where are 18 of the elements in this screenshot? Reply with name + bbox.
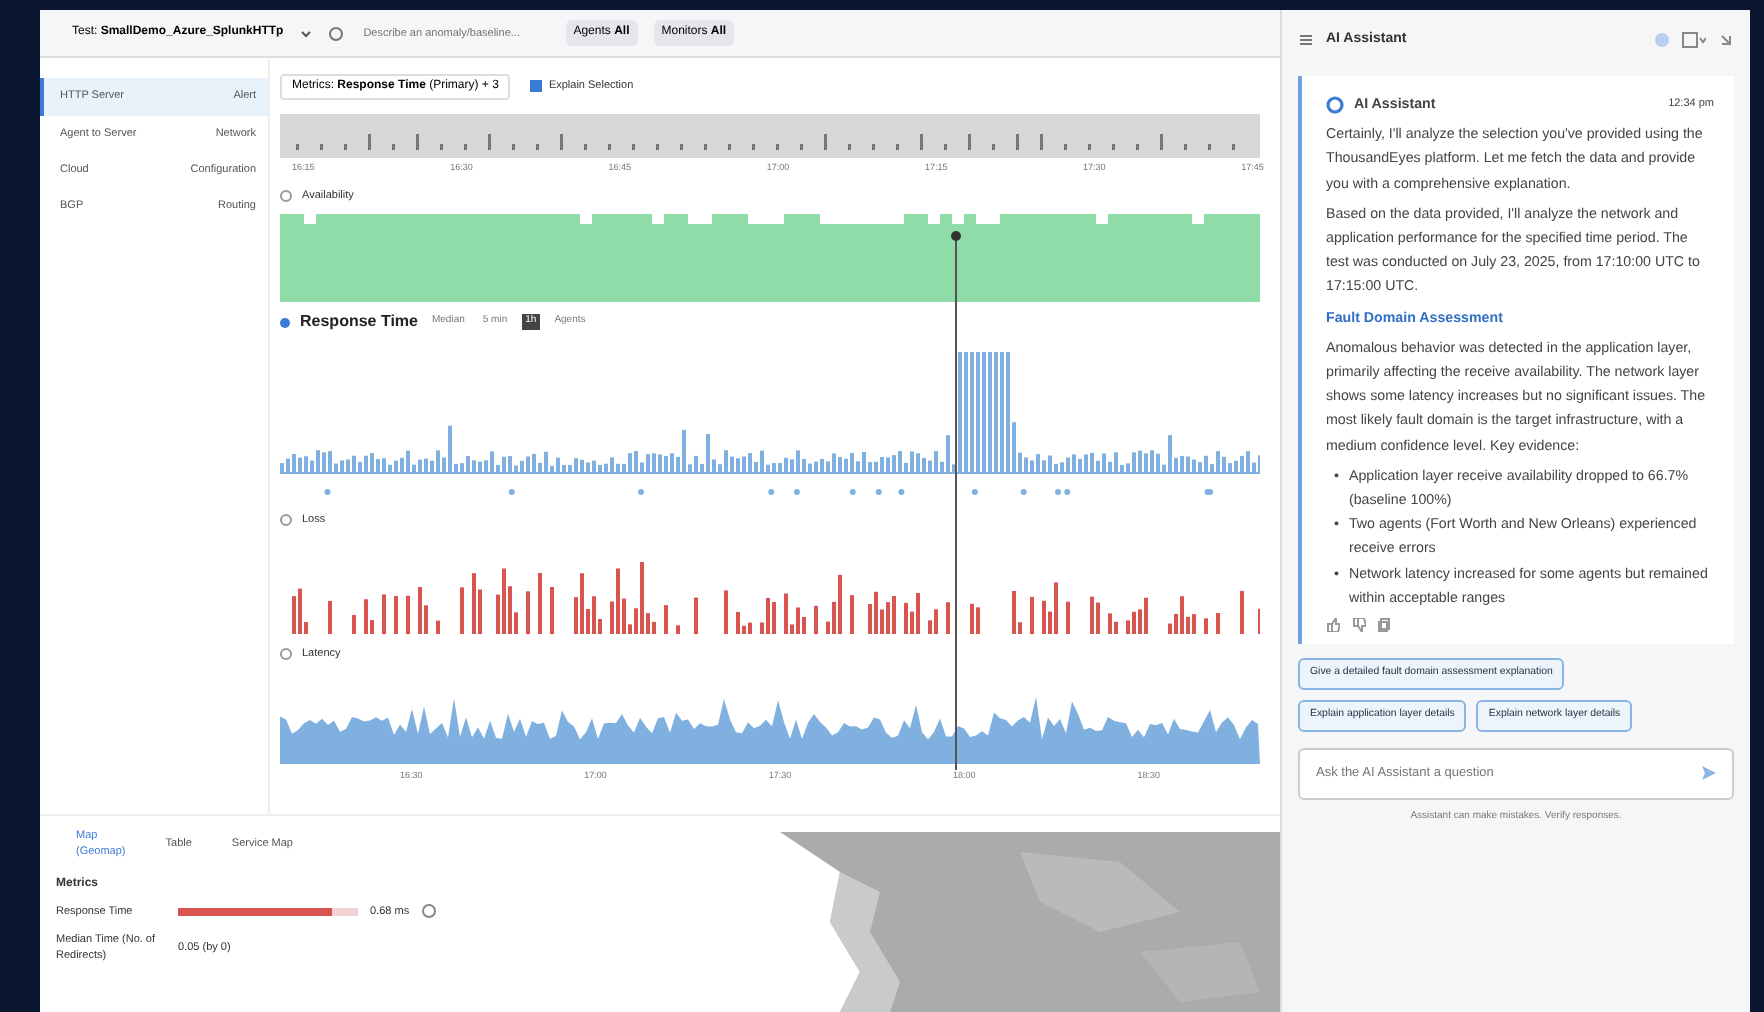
- primary-dot[interactable]: [280, 317, 290, 328]
- info-icon[interactable]: [421, 904, 436, 919]
- radio-button[interactable]: [280, 648, 292, 661]
- checkbox[interactable]: [530, 80, 543, 93]
- timeline-scrubber[interactable]: [280, 114, 1260, 159]
- collapse-icon[interactable]: [1718, 32, 1734, 48]
- assistant-avatar-icon: [1326, 95, 1344, 114]
- send-icon[interactable]: [1700, 764, 1718, 783]
- thumbs-up-icon[interactable]: [1326, 618, 1340, 633]
- caret-icon[interactable]: [299, 27, 312, 40]
- thumbs-down-icon[interactable]: [1352, 618, 1366, 633]
- grid-icon[interactable]: [1682, 32, 1706, 48]
- cursor-line[interactable]: [950, 230, 962, 771]
- menu-icon[interactable]: [1298, 32, 1314, 48]
- panel-title: Response Time: [300, 310, 418, 335]
- radio-button[interactable]: [280, 190, 292, 203]
- radio-button[interactable]: [280, 514, 292, 527]
- copy-icon[interactable]: [1378, 618, 1392, 633]
